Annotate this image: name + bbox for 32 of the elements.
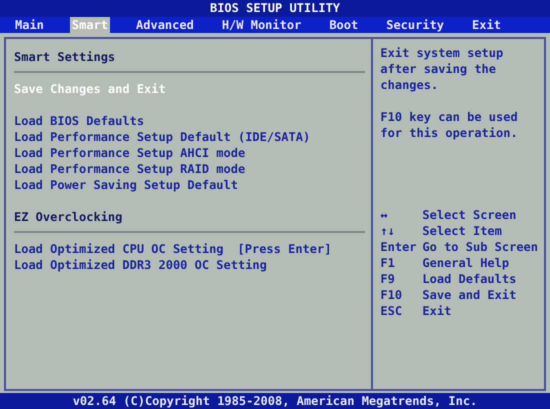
key-action: Go to Sub Screen (422, 239, 538, 255)
menu-item[interactable]: Load Optimized CPU OC Setting (14, 241, 224, 257)
help-text: Exit system setup after saving the changes. (380, 45, 504, 93)
menu-tab[interactable]: Security (384, 17, 446, 33)
key-action: Load Defaults (422, 271, 516, 287)
menu-item[interactable]: Load Performance Setup AHCI mode (14, 145, 246, 161)
key-action: Exit (422, 303, 452, 319)
key-label: F10 (380, 287, 404, 303)
section-heading: EZ Overclocking (14, 209, 124, 225)
section-heading: Smart Settings (14, 49, 116, 65)
menu-item[interactable]: Load Performance Setup RAID mode (14, 161, 246, 177)
menu-item[interactable]: Load Power Saving Setup Default (14, 177, 238, 193)
item-value: [Press Enter] (238, 241, 332, 257)
key-action: General Help (422, 255, 510, 271)
key-action: Select Item (422, 223, 502, 239)
key-label: ↑↓ (380, 223, 396, 239)
key-label: F1 (380, 255, 396, 271)
menu-item[interactable]: Load Optimized DDR3 2000 OC Setting (14, 257, 267, 273)
key-action: Save and Exit (422, 287, 516, 303)
key-label: Enter (380, 239, 418, 255)
menu-tab[interactable]: Exit (470, 17, 503, 33)
help-text: F10 key can be used for this operation. (380, 109, 519, 141)
key-action: Select Screen (422, 207, 516, 223)
menu-item[interactable]: Load Performance Setup Default (IDE/SATA) (14, 129, 310, 145)
menu-item[interactable]: Load BIOS Defaults (14, 113, 144, 129)
menu-tab[interactable]: H/W Monitor (220, 17, 304, 33)
key-label: F9 (380, 271, 396, 287)
menu-tab[interactable]: Boot (327, 17, 360, 33)
key-label: ↔ (380, 207, 389, 223)
menu-tab[interactable]: Advanced (134, 17, 196, 33)
menu-tab[interactable]: Main (13, 17, 46, 33)
key-label: ESC (380, 303, 404, 319)
